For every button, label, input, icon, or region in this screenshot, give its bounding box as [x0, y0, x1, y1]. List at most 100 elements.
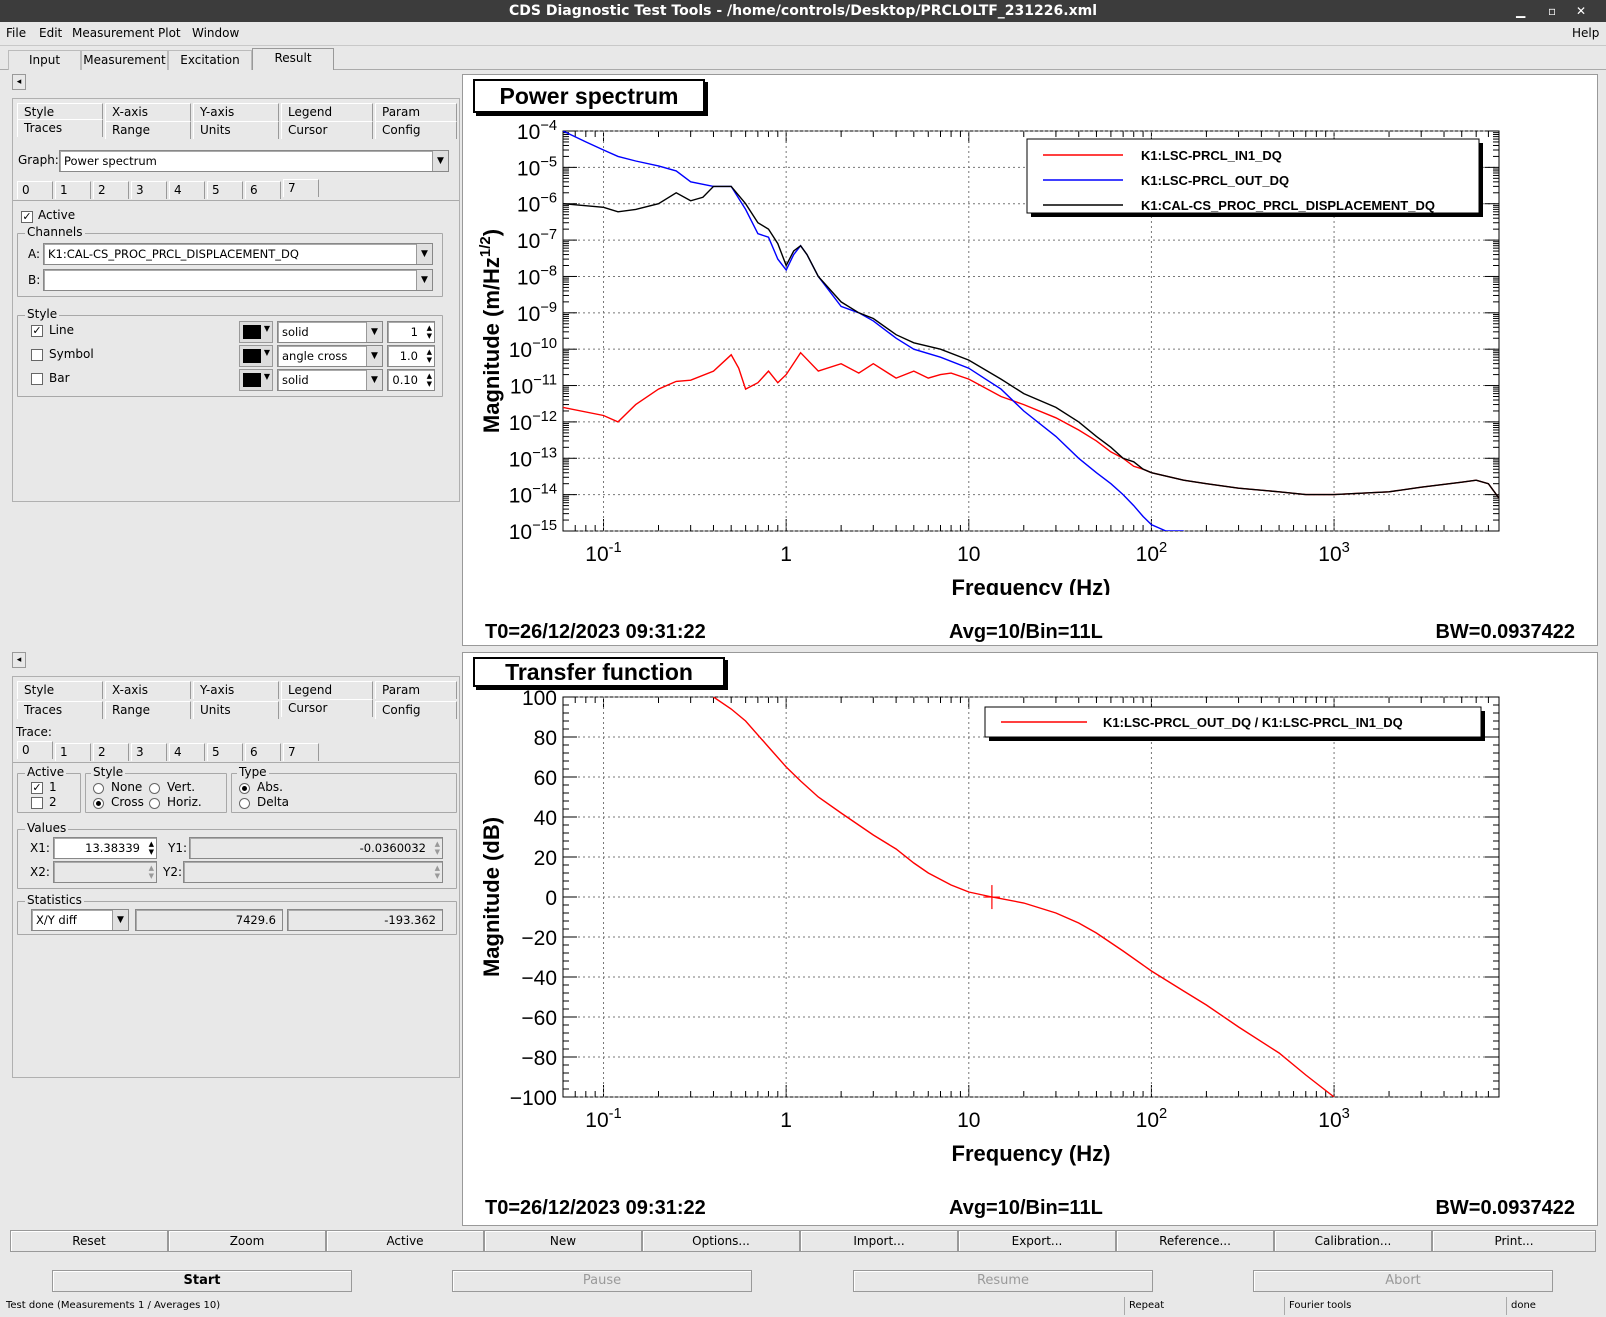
menu-window[interactable]: Window: [192, 26, 239, 40]
bar-checkbox[interactable]: [31, 373, 43, 385]
style-cross-radio[interactable]: [93, 798, 104, 809]
spin-icon[interactable]: ▲ ▼: [149, 840, 154, 856]
channel-b-select[interactable]: ▼: [43, 269, 433, 291]
menu-edit[interactable]: Edit: [39, 26, 62, 40]
trace-tab-7[interactable]: 7: [283, 743, 319, 761]
collapse-upper-button[interactable]: ◂: [12, 74, 26, 90]
subtab-cursor[interactable]: Cursor: [281, 121, 373, 139]
tab-result[interactable]: Result: [252, 48, 334, 70]
subtab-x-axis[interactable]: X-axis: [105, 103, 191, 121]
menu-file[interactable]: File: [6, 26, 26, 40]
bar-width-input[interactable]: 0.10 ▲ ▼: [387, 369, 435, 391]
trace-tab-4[interactable]: 4: [169, 181, 205, 199]
abort-button[interactable]: Abort: [1253, 1270, 1553, 1292]
active-button[interactable]: Active: [326, 1230, 484, 1252]
maximize-icon[interactable]: ▫: [1548, 0, 1556, 22]
bar-color-button[interactable]: ▼: [239, 369, 273, 391]
spin-icon[interactable]: ▲ ▼: [435, 840, 440, 856]
x1-input[interactable]: 13.38339 ▲ ▼: [53, 837, 157, 859]
spin-icon[interactable]: ▲ ▼: [427, 324, 432, 340]
trace-tab-1[interactable]: 1: [55, 181, 91, 199]
subtab-config[interactable]: Config: [375, 121, 457, 139]
chevron-down-icon[interactable]: ▼: [366, 322, 382, 342]
start-button[interactable]: Start: [52, 1270, 352, 1292]
subtab-traces[interactable]: Traces: [17, 119, 103, 137]
transfer-function-plot[interactable]: Transfer function 10-1 1 10 102 103 100 80 60 40…: [462, 652, 1598, 1226]
active-checkbox[interactable]: ✓: [21, 211, 33, 223]
line-style-select[interactable]: solid ▼: [277, 321, 383, 343]
chevron-down-icon[interactable]: ▼: [416, 270, 432, 290]
transfer-function-chart[interactable]: 10-1 1 10 102 103 100 80 60 40 20 0 −20 −40 −60 −80 −10…: [463, 653, 1597, 1173]
symbol-style-select[interactable]: angle cross ▼: [277, 345, 383, 367]
trace-tab-0[interactable]: 0: [17, 181, 53, 199]
tab-measurement[interactable]: Measurement: [81, 50, 168, 70]
trace-tab-5[interactable]: 5: [207, 181, 243, 199]
tab-excitation[interactable]: Excitation: [168, 50, 252, 70]
chevron-down-icon[interactable]: ▼: [112, 910, 128, 930]
statistics-select[interactable]: X/Y diff ▼: [31, 909, 129, 931]
subtab-units[interactable]: Units: [193, 121, 279, 139]
collapse-lower-button[interactable]: ◂: [12, 652, 26, 668]
symbol-color-button[interactable]: ▼: [239, 345, 273, 367]
channel-a-select[interactable]: K1:CAL-CS_PROC_PRCL_DISPLACEMENT_DQ ▼: [43, 243, 433, 265]
y2-input[interactable]: ▲ ▼: [183, 861, 443, 883]
tab-input[interactable]: Input: [8, 50, 81, 70]
line-width-input[interactable]: 1 ▲ ▼: [387, 321, 435, 343]
subtab-y-axis[interactable]: Y-axis: [193, 681, 279, 699]
spin-icon[interactable]: ▲ ▼: [149, 864, 154, 880]
active-1-checkbox[interactable]: ✓: [31, 782, 43, 794]
subtab-param[interactable]: Param: [375, 103, 457, 121]
chevron-down-icon[interactable]: ▼: [366, 370, 382, 390]
zoom-button[interactable]: Zoom: [168, 1230, 326, 1252]
power-spectrum-chart[interactable]: 10-1 1 10 102 103 10−4 10−5 10−6 10−7 10−8 10−9 10−…: [463, 75, 1597, 595]
spin-icon[interactable]: ▲ ▼: [435, 864, 440, 880]
reset-button[interactable]: Reset: [10, 1230, 168, 1252]
active-2-checkbox[interactable]: [31, 797, 43, 809]
subtab-config[interactable]: Config: [375, 701, 457, 719]
spin-icon[interactable]: ▲ ▼: [427, 348, 432, 364]
subtab-range[interactable]: Range: [105, 701, 191, 719]
new-button[interactable]: New: [484, 1230, 642, 1252]
chevron-down-icon[interactable]: ▼: [416, 244, 432, 264]
subtab-range[interactable]: Range: [105, 121, 191, 139]
chevron-down-icon[interactable]: ▼: [432, 151, 448, 171]
menu-help[interactable]: Help: [1572, 26, 1599, 40]
trace-tab-6[interactable]: 6: [245, 181, 281, 199]
subtab-traces[interactable]: Traces: [17, 701, 103, 719]
subtab-x-axis[interactable]: X-axis: [105, 681, 191, 699]
subtab-param[interactable]: Param: [375, 681, 457, 699]
subtab-legend[interactable]: Legend: [281, 103, 373, 121]
x2-input[interactable]: ▲ ▼: [53, 861, 157, 883]
subtab-cursor[interactable]: Cursor: [281, 699, 373, 717]
trace-tab-2[interactable]: 2: [93, 181, 129, 199]
subtab-style[interactable]: Style: [17, 681, 103, 699]
minimize-icon[interactable]: ▁: [1516, 0, 1525, 22]
import-button[interactable]: Import...: [800, 1230, 958, 1252]
pause-button[interactable]: Pause: [452, 1270, 752, 1292]
trace-tab-7[interactable]: 7: [283, 179, 319, 197]
type-abs-radio[interactable]: [239, 783, 250, 794]
style-horiz-radio[interactable]: [149, 798, 160, 809]
type-delta-radio[interactable]: [239, 798, 250, 809]
trace-tab-3[interactable]: 3: [131, 743, 167, 761]
resume-button[interactable]: Resume: [853, 1270, 1153, 1292]
trace-tab-2[interactable]: 2: [93, 743, 129, 761]
menu-measurement[interactable]: Measurement: [72, 26, 154, 40]
print-button[interactable]: Print...: [1432, 1230, 1596, 1252]
symbol-size-input[interactable]: 1.0 ▲ ▼: [387, 345, 435, 367]
trace-tab-5[interactable]: 5: [207, 743, 243, 761]
y1-input[interactable]: -0.0360032 ▲ ▼: [189, 837, 443, 859]
line-color-button[interactable]: ▼: [239, 321, 273, 343]
subtab-legend[interactable]: Legend: [281, 681, 373, 699]
trace-tab-1[interactable]: 1: [55, 743, 91, 761]
style-vert-radio[interactable]: [149, 783, 160, 794]
line-checkbox[interactable]: ✓: [31, 325, 43, 337]
reference-button[interactable]: Reference...: [1116, 1230, 1274, 1252]
bar-style-select[interactable]: solid ▼: [277, 369, 383, 391]
options-button[interactable]: Options...: [642, 1230, 800, 1252]
subtab-y-axis[interactable]: Y-axis: [193, 103, 279, 121]
close-icon[interactable]: ✕: [1576, 0, 1586, 22]
menu-plot[interactable]: Plot: [158, 26, 181, 40]
trace-tab-0[interactable]: 0: [17, 741, 53, 759]
symbol-checkbox[interactable]: [31, 349, 43, 361]
